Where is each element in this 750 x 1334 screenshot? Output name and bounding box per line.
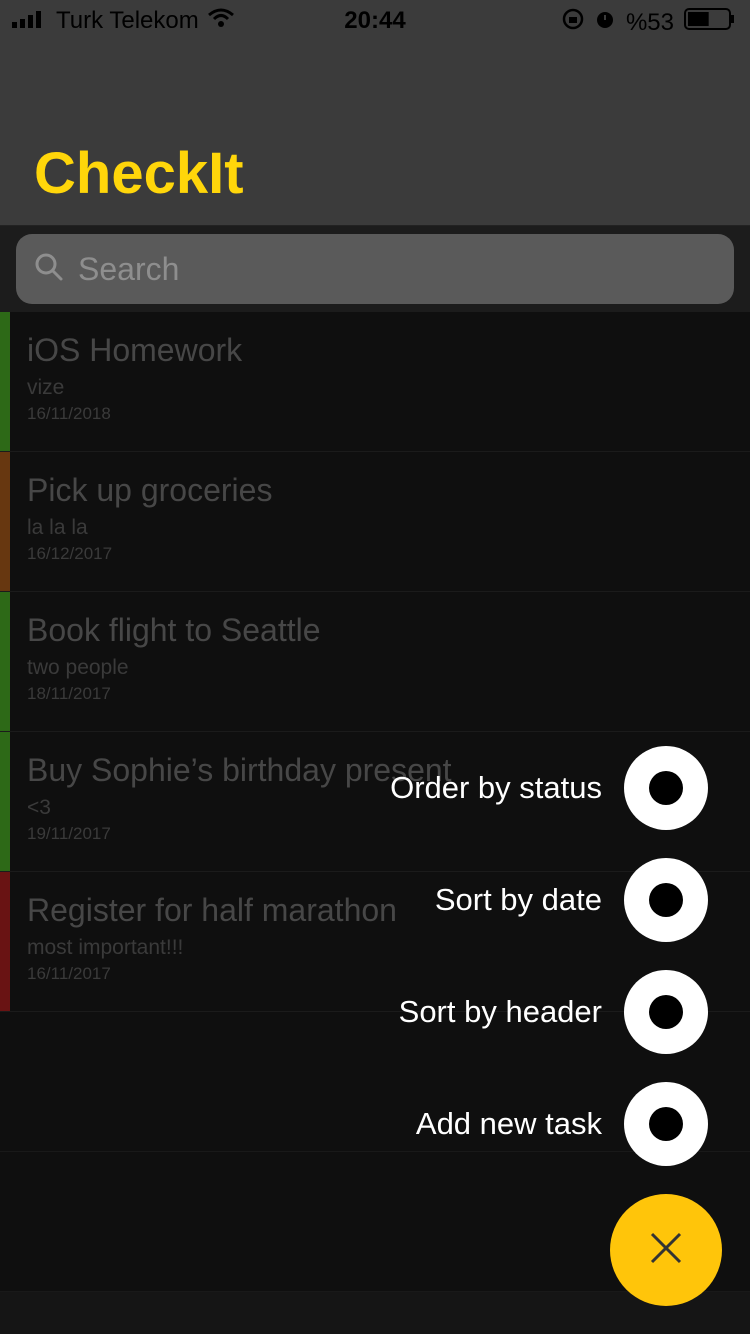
menu-label: Sort by header xyxy=(398,994,602,1029)
task-subtitle: la la la xyxy=(27,516,88,539)
dot-icon xyxy=(649,883,683,917)
menu-sort-by-date[interactable]: Sort by date xyxy=(435,858,708,942)
status-bar: Turk Telekom 20:44 %53 xyxy=(0,0,750,40)
task-title: Buy Sophie’s birthday present xyxy=(27,752,452,788)
add-new-task-button[interactable] xyxy=(624,1082,708,1166)
task-date: 16/11/2017 xyxy=(27,964,111,983)
task-row[interactable]: Pick up groceries la la la 16/12/2017 xyxy=(0,452,750,592)
search-icon xyxy=(16,252,64,287)
task-title: iOS Homework xyxy=(27,332,243,368)
sort-by-date-button[interactable] xyxy=(624,858,708,942)
battery-icon xyxy=(684,7,736,38)
search-field[interactable] xyxy=(16,234,734,304)
sort-by-header-button[interactable] xyxy=(624,970,708,1054)
task-date: 16/12/2017 xyxy=(27,544,113,563)
task-subtitle: two people xyxy=(27,656,129,679)
task-subtitle: most important!!! xyxy=(27,936,184,959)
task-date: 16/11/2018 xyxy=(27,404,111,423)
dot-icon xyxy=(649,771,683,805)
battery-percent: %53 xyxy=(625,8,674,36)
status-indicator xyxy=(0,732,10,871)
task-date: 18/11/2017 xyxy=(27,684,111,703)
menu-label: Order by status xyxy=(390,770,602,805)
menu-label: Sort by date xyxy=(434,882,602,917)
status-indicator xyxy=(0,872,10,1011)
status-indicator xyxy=(0,312,10,451)
menu-sort-by-header[interactable]: Sort by header xyxy=(399,970,708,1054)
task-date: 19/11/2017 xyxy=(27,824,111,843)
search-bar xyxy=(0,226,750,312)
status-indicator xyxy=(0,592,10,731)
task-title: Register for half marathon xyxy=(27,892,397,928)
status-right: %53 xyxy=(562,7,736,38)
task-row[interactable]: iOS Homework vize 16/11/2018 xyxy=(0,312,750,452)
task-row[interactable]: Book flight to Seattle two people 18/11/… xyxy=(0,592,750,732)
order-by-status-button[interactable] xyxy=(624,746,708,830)
task-title: Pick up groceries xyxy=(27,472,273,508)
menu-add-new-task[interactable]: Add new task xyxy=(416,1082,708,1166)
fab-close-button[interactable] xyxy=(610,1194,722,1306)
nav-header: CheckIt xyxy=(0,40,750,226)
task-subtitle: <3 xyxy=(27,796,51,819)
menu-order-by-status[interactable]: Order by status xyxy=(390,746,708,830)
orientation-lock-icon xyxy=(562,8,584,37)
task-subtitle: vize xyxy=(27,376,65,399)
close-icon xyxy=(648,1230,684,1271)
dot-icon xyxy=(649,995,683,1029)
page-title: CheckIt xyxy=(34,141,244,206)
status-indicator xyxy=(0,452,10,591)
task-title: Book flight to Seattle xyxy=(27,612,321,648)
alarm-icon xyxy=(594,8,616,37)
menu-label: Add new task xyxy=(415,1106,602,1141)
search-input[interactable] xyxy=(76,249,680,289)
dot-icon xyxy=(649,1107,683,1141)
